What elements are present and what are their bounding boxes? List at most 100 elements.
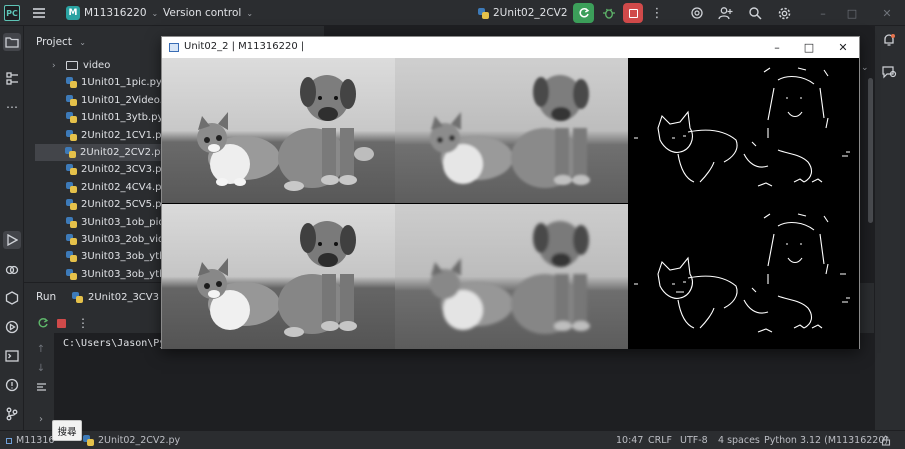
- status-file[interactable]: 2Unit02_2CV2.py: [83, 431, 180, 449]
- tree-item-label: 1Unit01_1pic.py: [81, 77, 162, 89]
- close-icon[interactable]: ✕: [878, 0, 896, 26]
- status-line-ending[interactable]: CRLF: [648, 431, 672, 449]
- close-icon[interactable]: ✕: [832, 37, 854, 58]
- rerun-button[interactable]: [573, 3, 594, 23]
- chevron-down-icon: ⌄: [79, 38, 86, 47]
- gear-icon[interactable]: [775, 0, 793, 26]
- image-window-titlebar[interactable]: Unit02_2 | M11316220 | – □ ✕: [162, 37, 859, 58]
- version-control-menu[interactable]: Version control ⌄: [163, 0, 253, 26]
- python-file-icon: [66, 77, 77, 89]
- python-file-icon: [66, 112, 77, 124]
- debug-icon: [603, 8, 615, 19]
- stop-icon[interactable]: [54, 316, 68, 330]
- chevron-right-icon[interactable]: ›: [52, 61, 62, 71]
- status-indent[interactable]: 4 spaces: [718, 431, 760, 449]
- notifications-icon[interactable]: [882, 33, 896, 50]
- problems-icon[interactable]: [3, 376, 21, 394]
- status-file-label: 2Unit02_2CV2.py: [98, 435, 181, 446]
- git-icon[interactable]: [3, 405, 21, 423]
- python-file-icon: [66, 268, 77, 280]
- arrow-up-icon[interactable]: ↑: [34, 342, 48, 356]
- project-panel-title: Project: [36, 36, 72, 48]
- copilot-icon[interactable]: [688, 0, 706, 26]
- square-icon: [6, 437, 12, 444]
- rerun-icon[interactable]: [36, 316, 50, 330]
- status-interpreter[interactable]: Python 3.12 (M11316220): [764, 431, 888, 449]
- status-bar: M11316 2Unit02_2CV2.py 10:47 CRLF UTF-8 …: [0, 430, 905, 449]
- run-tool-icon[interactable]: [3, 231, 21, 249]
- project-tool-icon[interactable]: [3, 33, 21, 51]
- left-tool-strip: ⋯: [0, 26, 24, 430]
- project-badge: M: [66, 6, 80, 20]
- python-file-icon: [66, 234, 77, 245]
- grayscale-image-1: [162, 58, 395, 203]
- python-file-icon: [66, 129, 77, 141]
- stop-icon: [628, 8, 638, 18]
- project-panel-header[interactable]: Project ⌄: [36, 36, 86, 48]
- edge-image-2: [628, 204, 859, 349]
- lock-icon[interactable]: [881, 431, 891, 449]
- python-file-icon: [66, 94, 77, 106]
- terminal-icon[interactable]: [3, 347, 21, 365]
- project-name: M11316220: [84, 7, 147, 19]
- debug-button[interactable]: [602, 0, 616, 26]
- search-tooltip: 搜尋: [52, 420, 82, 441]
- ai-assistant-icon[interactable]: [882, 65, 897, 82]
- run-config-name: 2Unit02_2CV2: [493, 7, 568, 19]
- tree-item-label: 2Unit02_2CV2.py: [80, 147, 167, 158]
- python-file-icon: [66, 251, 77, 263]
- python-file-icon: [66, 199, 77, 211]
- ide-titlebar: PC M M11316220 ⌄ Version control ⌄ 2Unit…: [0, 0, 905, 26]
- run-panel-title: Run: [36, 291, 57, 303]
- maximize-icon[interactable]: □: [843, 0, 861, 26]
- status-project[interactable]: M11316: [6, 431, 54, 449]
- right-tool-strip: ⌄: [861, 26, 905, 430]
- run-tab-label: 2Unit02_3CV3: [88, 291, 159, 303]
- soft-wrap-icon[interactable]: [34, 380, 48, 394]
- status-encoding[interactable]: UTF-8: [680, 431, 708, 449]
- more-options-icon[interactable]: ⋮: [651, 0, 664, 26]
- structure-tool-icon[interactable]: [3, 69, 21, 87]
- pycharm-logo-icon: PC: [4, 5, 20, 21]
- tree-item-label: 2Unit02_1CV1.py: [81, 129, 168, 141]
- status-position[interactable]: 10:47: [616, 431, 643, 449]
- python-file-icon: [83, 435, 94, 446]
- version-control-label: Version control: [163, 7, 242, 19]
- image-window: Unit02_2 | M11316220 | – □ ✕: [161, 36, 860, 349]
- chevron-right-icon[interactable]: ›: [34, 412, 48, 426]
- edge-image-1: [628, 58, 859, 203]
- search-icon[interactable]: [746, 0, 764, 26]
- python-packages-icon[interactable]: [3, 261, 21, 279]
- services-icon[interactable]: [3, 289, 21, 307]
- tree-item-label: 1Unit01_3ytb.py: [81, 112, 164, 124]
- status-project-label: M11316: [16, 435, 55, 446]
- console-line: C:\Users\Jason\Py: [63, 338, 166, 349]
- run-tab[interactable]: 2Unit02_3CV3: [72, 287, 159, 307]
- tree-item-label: video: [83, 60, 111, 71]
- arrow-down-icon[interactable]: ↓: [34, 361, 48, 375]
- minimize-icon[interactable]: –: [766, 37, 788, 58]
- rerun-icon: [578, 7, 589, 18]
- tree-item-label: 2Unit02_5CV5.py: [81, 199, 168, 211]
- hamburger-icon[interactable]: [32, 0, 46, 26]
- run-config-selector[interactable]: 2Unit02_2CV2 ⌄: [478, 0, 579, 26]
- chevron-down-icon: ⌄: [246, 8, 254, 18]
- python-file-icon: [65, 147, 76, 158]
- python-console-icon[interactable]: [3, 318, 21, 336]
- python-file-icon: [66, 216, 77, 228]
- chevron-down-icon[interactable]: ⌄: [861, 63, 869, 73]
- more-tools-icon[interactable]: ⋯: [3, 98, 21, 116]
- minimize-icon[interactable]: –: [814, 0, 832, 26]
- tree-item-label: 2Unit02_4CV4.py: [81, 181, 168, 193]
- python-file-icon: [66, 181, 77, 193]
- project-selector[interactable]: M11316220 ⌄: [84, 0, 158, 26]
- blurred-image-1: [395, 58, 628, 203]
- stop-button[interactable]: [623, 3, 643, 23]
- python-file-icon: [478, 7, 489, 19]
- maximize-icon[interactable]: □: [798, 37, 820, 58]
- more-options-icon[interactable]: ⋮: [76, 316, 90, 330]
- add-user-icon[interactable]: [716, 0, 734, 26]
- image-canvas: [162, 58, 859, 349]
- editor-scrollbar[interactable]: [868, 78, 873, 223]
- folder-icon: [66, 61, 78, 70]
